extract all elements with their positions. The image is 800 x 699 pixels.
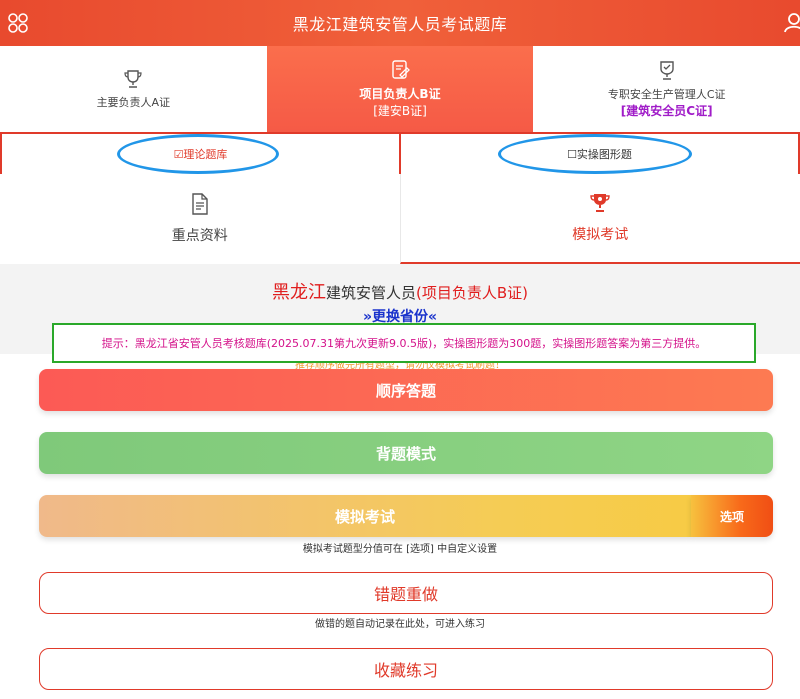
wrong-redo-note: 做错的题自动记录在此处，可进入练习 <box>315 619 485 630</box>
feature-tabs: 重点资料 模拟考试 <box>0 174 800 264</box>
mock-exam-button[interactable]: 模拟考试 <box>39 495 691 537</box>
user-icon[interactable] <box>782 10 800 34</box>
notice-box: 提示：黑龙江省安管人员考核题库(2025.07.31第九次更新9.0.5版)，实… <box>52 323 756 363</box>
tab-cert-b-sub: [建安B证] <box>373 104 427 118</box>
sequential-answer-button[interactable]: 顺序答题 <box>39 369 773 411</box>
document-icon <box>192 193 208 215</box>
edit-document-icon <box>392 60 410 79</box>
mock-exam-tab[interactable]: 模拟考试 <box>399 174 800 264</box>
practical-bank-checkbox[interactable]: ☐实操图形题 <box>401 134 800 174</box>
wrong-redo-button[interactable]: 错题重做 <box>39 572 773 614</box>
trophy-icon <box>590 194 610 212</box>
tab-cert-c-sub: [建筑安全员C证] <box>620 103 713 118</box>
tab-cert-c[interactable]: 专职安全生产管理人C证 [建筑安全员C证] <box>533 46 800 132</box>
tab-cert-b-label: 项目负责人B证 <box>359 87 441 101</box>
mock-exam-tab-label: 模拟考试 <box>572 227 629 243</box>
trophy-icon <box>124 70 142 88</box>
province-name: 黑龙江 <box>271 282 326 303</box>
exam-category: 建筑安管人员 <box>325 284 416 302</box>
favorites-button[interactable]: 收藏练习 <box>39 648 773 690</box>
tab-cert-c-label: 专职安全生产管理人C证 <box>607 87 726 101</box>
grid-menu-icon[interactable] <box>7 12 29 34</box>
tab-cert-a[interactable]: 主要负责人A证 <box>0 46 267 132</box>
materials-label: 重点资料 <box>171 228 228 244</box>
exam-title: 黑龙江建筑安管人员(项目负责人B证) <box>0 278 800 304</box>
cert-name: (项目负责人B证) <box>416 284 528 302</box>
bank-toggle: ☑理论题库 ☐实操图形题 <box>0 132 800 174</box>
page-title: 黑龙江建筑安管人员考试题库 <box>292 15 508 34</box>
mock-exam-note: 模拟考试题型分值可在 [选项] 中自定义设置 <box>302 544 498 555</box>
cert-tabs: 主要负责人A证 项目负责人B证 [建安B证] 专职安全生产管理人C证 [建筑安全… <box>0 46 800 132</box>
tab-cert-a-label: 主要负责人A证 <box>96 96 171 109</box>
materials-button[interactable]: 重点资料 <box>0 174 400 264</box>
options-button[interactable]: 选项 <box>691 495 773 537</box>
app-header: 黑龙江建筑安管人员考试题库 <box>0 0 800 46</box>
tab-cert-b[interactable]: 项目负责人B证 [建安B证] <box>266 46 534 132</box>
notice-text: 提示：黑龙江省安管人员考核题库(2025.07.31第九次更新9.0.5版)，实… <box>101 337 707 350</box>
theory-bank-checkbox[interactable]: ☑理论题库 <box>0 134 401 174</box>
study-mode-button[interactable]: 背题模式 <box>39 432 773 474</box>
award-icon <box>659 60 674 80</box>
